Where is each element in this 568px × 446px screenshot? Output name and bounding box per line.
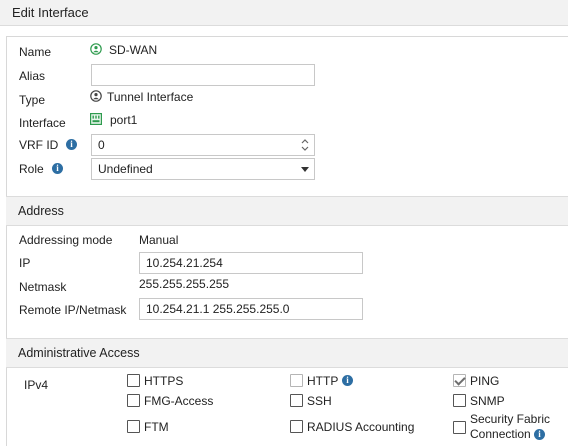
ftm-checkbox[interactable] — [127, 420, 140, 433]
alias-input[interactable] — [91, 64, 315, 86]
ip-label: IP — [19, 256, 31, 270]
alias-label: Alias — [19, 69, 46, 83]
address-section-header: Address — [6, 196, 568, 226]
type-value: Tunnel Interface — [107, 90, 194, 104]
type-label: Type — [19, 93, 46, 107]
tunnel-interface-icon — [90, 90, 102, 105]
port-icon — [90, 113, 103, 128]
snmp-label: SNMP — [470, 394, 505, 408]
ipv4-label: IPv4 — [24, 378, 49, 392]
name-value: SD-WAN — [109, 43, 158, 57]
http-checkbox[interactable] — [290, 374, 303, 387]
role-label: Role — [19, 162, 44, 176]
radius-accounting-checkbox[interactable] — [290, 420, 303, 433]
dialog-title: Edit Interface — [12, 5, 89, 20]
http-label: HTTP — [307, 374, 339, 388]
admin-access-section-title: Administrative Access — [18, 346, 140, 360]
vrf-id-label: VRF ID — [19, 138, 59, 152]
ip-input[interactable] — [139, 252, 363, 274]
spinner-arrows-icon[interactable] — [300, 138, 310, 152]
addressing-mode-value: Manual — [139, 233, 179, 247]
role-info-icon[interactable]: i — [52, 163, 63, 174]
vrf-id-stepper[interactable]: 0 — [91, 134, 315, 156]
netmask-label: Netmask — [19, 280, 67, 294]
role-select[interactable]: Undefined — [91, 158, 315, 180]
http-info-icon[interactable]: i — [342, 375, 353, 386]
role-value: Undefined — [98, 162, 153, 176]
ping-label: PING — [470, 374, 500, 388]
remote-ip-netmask-input[interactable] — [139, 298, 363, 320]
ssh-checkbox[interactable] — [290, 394, 303, 407]
vrf-id-info-icon[interactable]: i — [66, 139, 77, 150]
fmg-access-label: FMG-Access — [144, 394, 214, 408]
https-checkbox[interactable] — [127, 374, 140, 387]
ftm-label: FTM — [144, 420, 169, 434]
ssh-label: SSH — [307, 394, 332, 408]
netmask-value: 255.255.255.255 — [139, 277, 230, 291]
fmg-access-checkbox[interactable] — [127, 394, 140, 407]
security-fabric-info-icon[interactable]: i — [534, 429, 546, 441]
security-fabric-connection-label: Security Fabric Connection i — [470, 412, 562, 442]
name-label: Name — [19, 45, 52, 59]
dialog-titlebar: Edit Interface — [0, 0, 568, 26]
address-section-title: Address — [18, 204, 64, 218]
dropdown-caret-icon — [301, 167, 309, 172]
interface-value: port1 — [110, 113, 138, 127]
vrf-id-value: 0 — [98, 138, 105, 152]
radius-accounting-label: RADIUS Accounting — [307, 420, 415, 434]
interface-label: Interface — [19, 116, 66, 130]
security-fabric-connection-checkbox[interactable] — [453, 421, 466, 434]
remote-ip-netmask-label: Remote IP/Netmask — [19, 303, 127, 317]
admin-access-section-header: Administrative Access — [6, 338, 568, 368]
https-label: HTTPS — [144, 374, 184, 388]
addressing-mode-label: Addressing mode — [19, 233, 113, 247]
ping-checkbox[interactable] — [453, 374, 466, 387]
sdwan-zone-icon — [90, 43, 102, 58]
snmp-checkbox[interactable] — [453, 394, 466, 407]
